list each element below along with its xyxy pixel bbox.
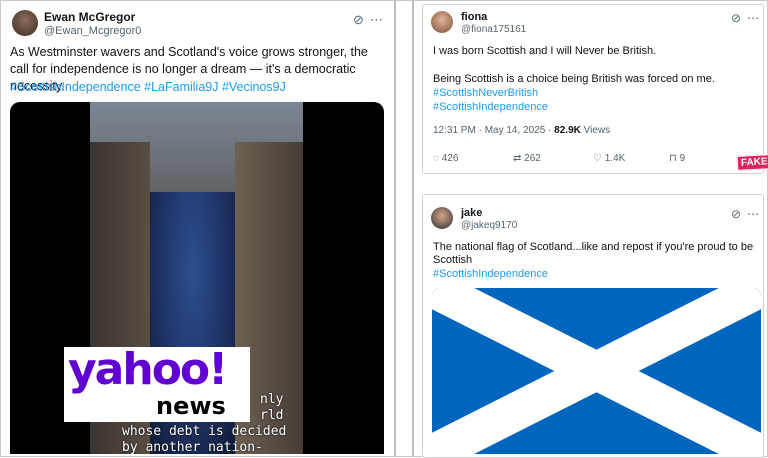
tweet-options[interactable]: ⊘⋯	[353, 12, 389, 28]
grok-icon[interactable]: ⊘	[731, 11, 747, 25]
news-logo-text: news	[156, 392, 226, 420]
ewan-handle[interactable]: @Ewan_Mcgregor0	[44, 25, 141, 37]
bookmark-icon: ⊓	[669, 153, 677, 164]
jake-options[interactable]: ⊘⋯	[731, 207, 765, 221]
panel-divider-right	[412, 0, 414, 457]
fiona-tweet: fiona @fiona175161 ⊘⋯ I was born Scottis…	[422, 4, 764, 174]
timestamp[interactable]: 12:31 PM · May 14, 2025 ·	[433, 125, 554, 136]
scotland-flag-image[interactable]	[432, 288, 761, 454]
caption-line-1: nly	[260, 392, 284, 407]
reply-icon: ◌	[433, 153, 439, 164]
bookmark-button[interactable]: ⊓ 9	[669, 153, 685, 164]
like-count: 1.4K	[604, 153, 626, 164]
video-media[interactable]: yahoo! news nly rld whose debt is decide…	[10, 102, 384, 454]
saltire-graphic	[432, 288, 761, 454]
caption-line-3: whose debt is decided	[122, 424, 287, 439]
heart-icon: ♡	[593, 153, 602, 164]
jake-line-1: The national flag of Scotland...like and…	[433, 241, 754, 253]
ewan-hashtags[interactable]: #ScottishIndependence #LaFamilia9J #Veci…	[10, 79, 380, 96]
ewan-tweet: Ewan McGregor @Ewan_Mcgregor0 ⊘⋯ As West…	[6, 4, 390, 454]
reply-count: 426	[441, 153, 459, 164]
jake-avatar[interactable]	[431, 207, 453, 229]
fiona-tag-2[interactable]: #ScottishIndependence	[433, 99, 548, 116]
like-button[interactable]: ♡ 1.4K	[593, 153, 625, 164]
grok-icon[interactable]: ⊘	[353, 12, 370, 27]
fiona-options[interactable]: ⊘⋯	[731, 11, 765, 25]
caption-line-4: by another nation-	[122, 440, 263, 454]
jake-tag[interactable]: #ScottishIndependence	[433, 266, 548, 283]
more-icon[interactable]: ⋯	[747, 207, 765, 221]
more-icon[interactable]: ⋯	[370, 12, 389, 27]
fake-stamp: FAKE	[736, 154, 768, 171]
ewan-avatar[interactable]	[12, 10, 38, 36]
fiona-avatar[interactable]	[431, 11, 453, 33]
caption-line-2: rld	[260, 408, 284, 423]
repost-icon: ⇄	[513, 153, 522, 164]
repost-count: 262	[524, 153, 541, 164]
views-count: 82.9K	[554, 125, 581, 136]
grok-icon[interactable]: ⊘	[731, 207, 747, 221]
bookmark-count: 9	[679, 153, 686, 164]
repost-button[interactable]: ⇄ 262	[513, 153, 541, 164]
fiona-name[interactable]: fiona	[461, 11, 487, 23]
jake-handle[interactable]: @jakeq9170	[461, 220, 517, 231]
ewan-name[interactable]: Ewan McGregor	[44, 10, 135, 24]
fiona-line-1: I was born Scottish and I will Never be …	[433, 45, 657, 57]
yahoo-logo-text: yahoo!	[68, 344, 228, 395]
fiona-meta: 12:31 PM · May 14, 2025 · 82.9K Views	[433, 125, 610, 136]
reply-button[interactable]: ◌ 426	[433, 153, 458, 164]
more-icon[interactable]: ⋯	[747, 11, 765, 25]
views-label: Views	[580, 125, 611, 136]
jake-name[interactable]: jake	[461, 207, 482, 219]
panel-divider-left	[394, 0, 396, 457]
fiona-handle[interactable]: @fiona175161	[461, 24, 526, 35]
